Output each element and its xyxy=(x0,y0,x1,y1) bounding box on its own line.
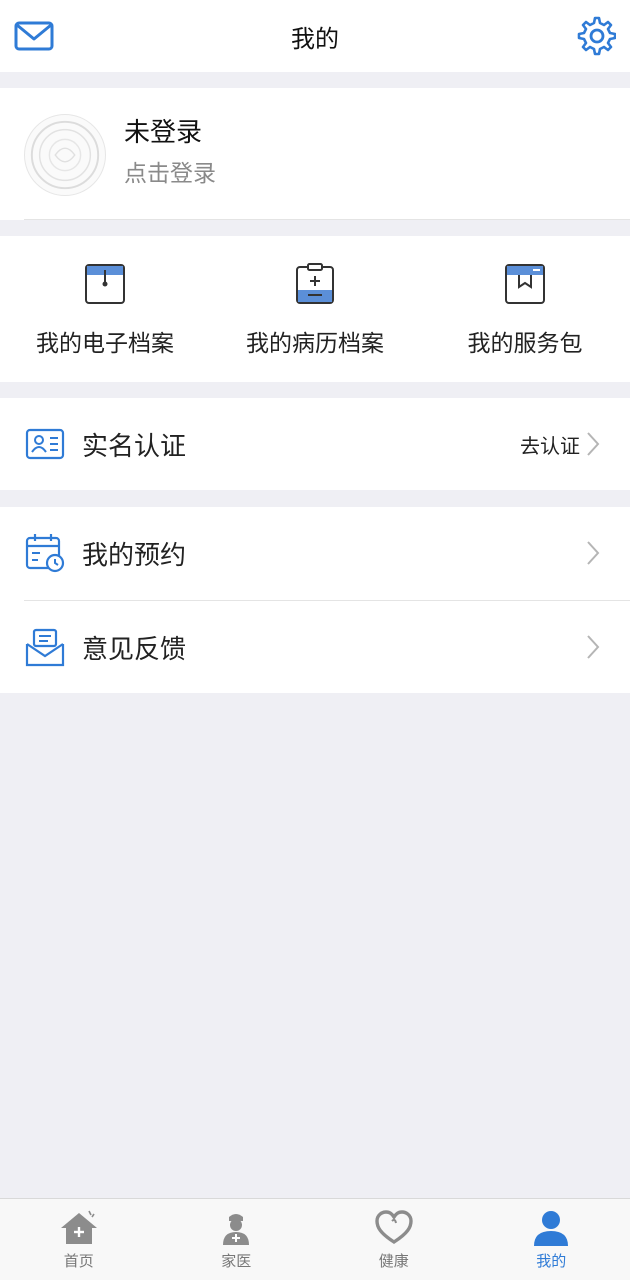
my-appointments-row[interactable]: 我的预约 xyxy=(0,507,630,599)
medical-record-icon xyxy=(296,263,334,304)
profile-name: 未登录 xyxy=(124,118,203,148)
tab-health[interactable]: 健康 xyxy=(315,1199,473,1280)
user-icon xyxy=(534,1211,569,1246)
mail-icon[interactable] xyxy=(14,16,54,56)
shortcut-electronic-archive[interactable]: 我的电子档案 xyxy=(0,236,210,382)
tab-mine[interactable]: 我的 xyxy=(473,1199,630,1280)
bottom-tab-bar: 首页 家医 健康 我的 xyxy=(0,1198,630,1280)
calendar-clock-icon xyxy=(25,534,65,573)
doctor-icon xyxy=(223,1214,250,1245)
shortcut-label: 我的病历档案 xyxy=(246,331,384,357)
feedback-envelope-icon xyxy=(25,628,65,667)
tab-label: 首页 xyxy=(63,1252,94,1270)
tab-family-doctor[interactable]: 家医 xyxy=(158,1199,316,1280)
gear-icon[interactable] xyxy=(574,15,616,57)
menu-label: 我的预约 xyxy=(82,540,187,571)
shortcut-service-package[interactable]: 我的服务包 xyxy=(420,236,630,382)
profile-card[interactable]: 未登录 点击登录 xyxy=(0,88,630,220)
menu-card: 我的预约 意见反馈 xyxy=(0,507,630,693)
verify-card: 实名认证 去认证 xyxy=(0,398,630,490)
tab-label: 家医 xyxy=(221,1252,252,1270)
chevron-right-icon xyxy=(587,635,600,659)
shortcut-medical-record[interactable]: 我的病历档案 xyxy=(210,236,420,382)
menu-label: 意见反馈 xyxy=(82,634,187,665)
service-package-icon xyxy=(505,264,545,304)
shortcut-label: 我的电子档案 xyxy=(36,331,174,357)
id-card-icon xyxy=(25,428,65,460)
page-title: 我的 xyxy=(291,24,339,53)
archive-icon xyxy=(85,264,125,304)
divider xyxy=(24,219,630,220)
avatar[interactable] xyxy=(24,114,106,196)
feedback-row[interactable]: 意见反馈 xyxy=(0,601,630,693)
verify-action[interactable]: 去认证 xyxy=(520,430,580,459)
chevron-right-icon xyxy=(587,541,600,565)
tab-home[interactable]: 首页 xyxy=(0,1199,158,1280)
top-bar: 我的 xyxy=(0,0,630,72)
verify-label: 实名认证 xyxy=(82,431,187,462)
tab-label: 我的 xyxy=(536,1252,567,1270)
shortcut-grid: 我的电子档案 我的病历档案 我的服务包 xyxy=(0,236,630,382)
real-name-verify-row[interactable]: 实名认证 去认证 xyxy=(0,398,630,490)
shortcut-label: 我的服务包 xyxy=(467,331,583,357)
home-icon xyxy=(60,1210,97,1244)
tab-label: 健康 xyxy=(378,1252,409,1270)
login-link[interactable]: 点击登录 xyxy=(124,154,216,188)
chevron-right-icon xyxy=(587,432,600,456)
heart-icon xyxy=(375,1210,413,1245)
